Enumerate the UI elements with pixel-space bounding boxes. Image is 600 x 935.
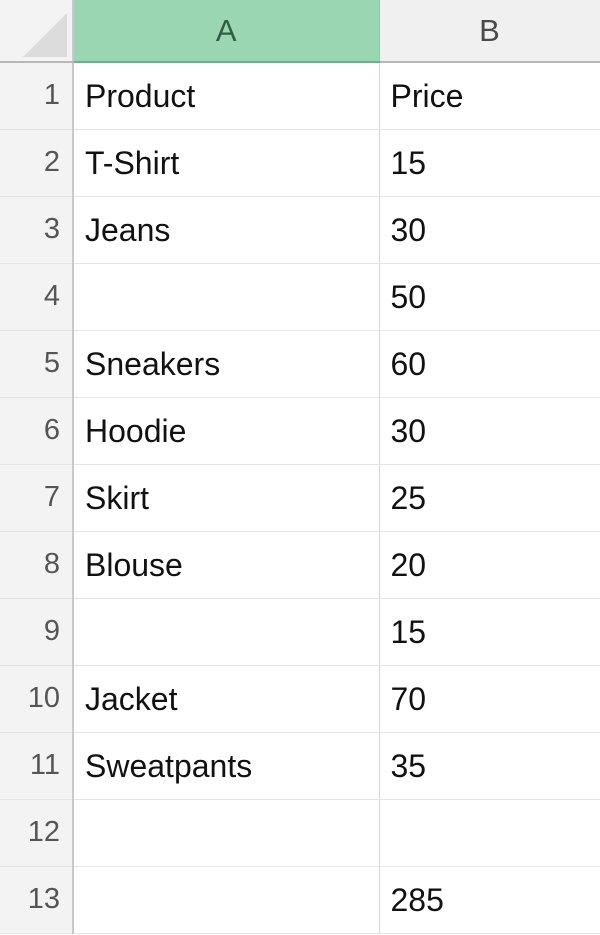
row-header-8[interactable]: 8 xyxy=(0,531,74,599)
table-row: 10 Jacket 70 xyxy=(0,665,600,733)
cell-B2[interactable]: 15 xyxy=(379,129,600,197)
table-row: 8 Blouse 20 xyxy=(0,531,600,599)
cell-B9[interactable]: 15 xyxy=(379,598,600,666)
cell-A9[interactable] xyxy=(73,598,380,666)
cell-B8[interactable]: 20 xyxy=(379,531,600,599)
cell-A8[interactable]: Blouse xyxy=(73,531,380,599)
table-row: 2 T-Shirt 15 xyxy=(0,129,600,197)
row-header-7[interactable]: 7 xyxy=(0,464,74,532)
table-row: 7 Skirt 25 xyxy=(0,464,600,532)
spreadsheet-grid: A B 1 Product Price 2 T-Shirt 15 3 Jeans 30 4 50 5 S… xyxy=(0,0,600,935)
row-header-11[interactable]: 11 xyxy=(0,732,74,800)
row-header-13[interactable]: 13 xyxy=(0,866,74,934)
cell-B6[interactable]: 30 xyxy=(379,397,600,465)
cell-A13[interactable] xyxy=(73,866,380,934)
cell-B11[interactable]: 35 xyxy=(379,732,600,800)
sheet-table: A B 1 Product Price 2 T-Shirt 15 3 Jeans 30 4 50 5 S… xyxy=(0,0,600,934)
row-header-6[interactable]: 6 xyxy=(0,397,74,465)
cell-B1[interactable]: Price xyxy=(379,62,600,130)
row-header-10[interactable]: 10 xyxy=(0,665,74,733)
select-all-corner[interactable] xyxy=(0,0,74,63)
cell-B5[interactable]: 60 xyxy=(379,330,600,398)
cell-B12[interactable] xyxy=(379,799,600,867)
cell-A3[interactable]: Jeans xyxy=(73,196,380,264)
table-row: 11 Sweatpants 35 xyxy=(0,732,600,800)
cell-A1[interactable]: Product xyxy=(73,62,380,130)
table-row: 9 15 xyxy=(0,598,600,666)
table-row: 1 Product Price xyxy=(0,62,600,130)
cell-A11[interactable]: Sweatpants xyxy=(73,732,380,800)
cell-A2[interactable]: T-Shirt xyxy=(73,129,380,197)
row-header-5[interactable]: 5 xyxy=(0,330,74,398)
column-header-row: A B xyxy=(0,0,600,63)
column-header-a[interactable]: A xyxy=(73,0,380,63)
table-row: 3 Jeans 30 xyxy=(0,196,600,264)
sheet-body: 1 Product Price 2 T-Shirt 15 3 Jeans 30 4 50 5 Sneak… xyxy=(0,62,600,934)
cell-B7[interactable]: 25 xyxy=(379,464,600,532)
cell-B10[interactable]: 70 xyxy=(379,665,600,733)
table-row: 6 Hoodie 30 xyxy=(0,397,600,465)
table-row: 12 xyxy=(0,799,600,867)
cell-B4[interactable]: 50 xyxy=(379,263,600,331)
table-row: 5 Sneakers 60 xyxy=(0,330,600,398)
select-all-triangle-icon xyxy=(23,13,67,57)
cell-A6[interactable]: Hoodie xyxy=(73,397,380,465)
row-header-1[interactable]: 1 xyxy=(0,62,74,130)
row-header-2[interactable]: 2 xyxy=(0,129,74,197)
column-header-b[interactable]: B xyxy=(379,0,600,63)
table-row: 13 285 xyxy=(0,866,600,934)
row-header-3[interactable]: 3 xyxy=(0,196,74,264)
cell-B3[interactable]: 30 xyxy=(379,196,600,264)
cell-B13[interactable]: 285 xyxy=(379,866,600,934)
cell-A10[interactable]: Jacket xyxy=(73,665,380,733)
row-header-9[interactable]: 9 xyxy=(0,598,74,666)
cell-A5[interactable]: Sneakers xyxy=(73,330,380,398)
row-header-4[interactable]: 4 xyxy=(0,263,74,331)
cell-A12[interactable] xyxy=(73,799,380,867)
cell-A7[interactable]: Skirt xyxy=(73,464,380,532)
table-row: 4 50 xyxy=(0,263,600,331)
row-header-12[interactable]: 12 xyxy=(0,799,74,867)
cell-A4[interactable] xyxy=(73,263,380,331)
